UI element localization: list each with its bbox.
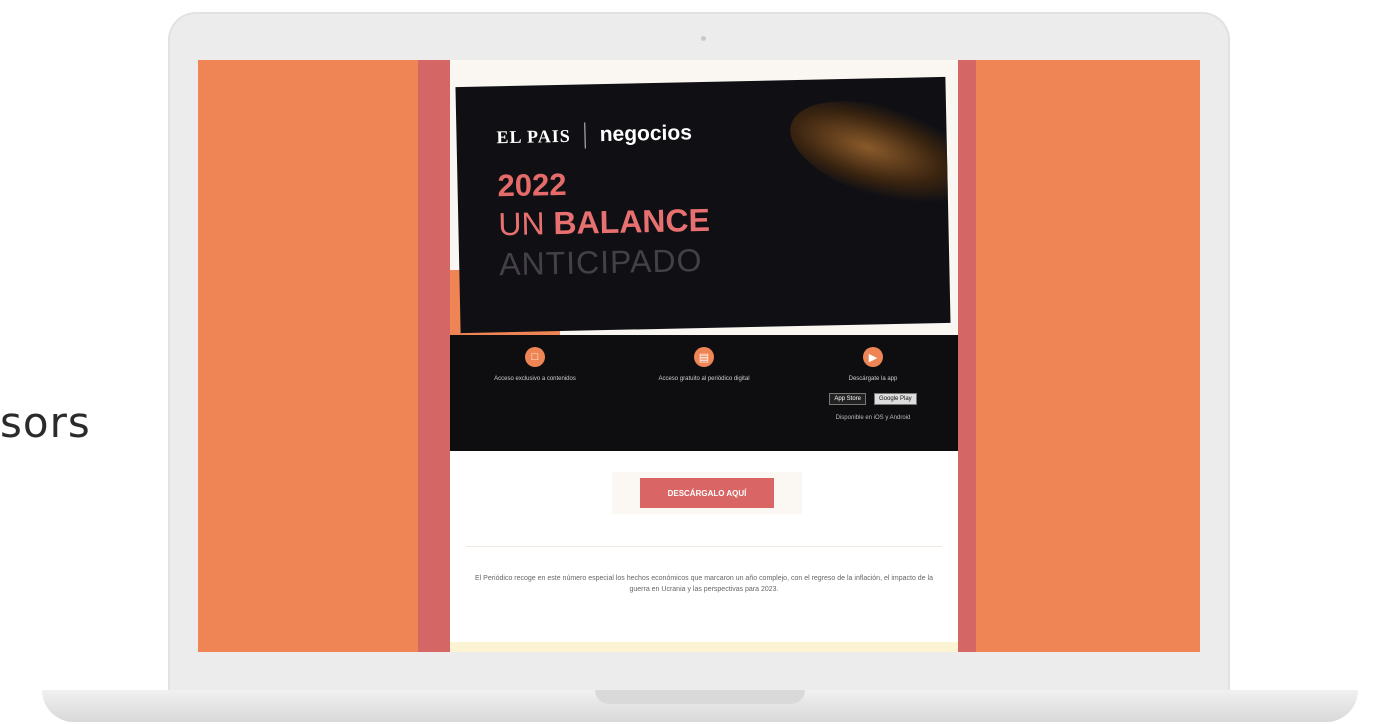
feature-text: Acceso gratuito al periódico digital: [658, 376, 750, 382]
download-cta-button[interactable]: DESCÁRGALO AQUÍ: [640, 478, 774, 508]
feature-text: Acceso exclusivo a contenidos: [494, 376, 576, 382]
side-text: sors: [0, 398, 91, 447]
headline-anticipado: ANTICIPADO: [498, 242, 703, 283]
laptop-notch: [595, 690, 805, 704]
feature-subtext: Disponible en iOS y Android: [835, 415, 911, 422]
google-play-badge[interactable]: Google Play: [874, 393, 917, 406]
email-card[interactable]: EL PAIS negocios 2022 UN BALANCE ANTICIP…: [450, 60, 958, 652]
app-store-badge[interactable]: App Store: [829, 393, 866, 406]
brand-logo: EL PAIS negocios: [496, 120, 692, 150]
headline-line-2: UN BALANCE: [498, 202, 710, 243]
laptop-screen: EL PAIS negocios 2022 UN BALANCE ANTICIP…: [198, 60, 1200, 652]
hero-banner: EL PAIS negocios 2022 UN BALANCE ANTICIP…: [450, 60, 958, 335]
camera-dot: [701, 36, 706, 41]
store-badges: App Store Google Play: [788, 393, 958, 406]
newspaper-icon: □: [525, 347, 545, 367]
brand-negocios: negocios: [599, 121, 693, 147]
feature-text: Descárgate la app: [848, 376, 898, 382]
feature-item: ▤ Acceso gratuito al periódico digital: [619, 347, 789, 383]
play-icon: ▶: [863, 347, 883, 367]
divider: [466, 546, 942, 547]
cta-container: DESCÁRGALO AQUÍ: [612, 472, 802, 514]
feature-item: □ Acceso exclusivo a contenidos: [450, 347, 620, 383]
feature-item: ▶ Descárgate la app App Store Google Pla…: [788, 347, 958, 421]
headline-un: UN: [497, 205, 554, 243]
email-frame: EL PAIS negocios 2022 UN BALANCE ANTICIP…: [418, 60, 976, 652]
gold-swoosh-graphic: [778, 81, 951, 226]
headline-year: 2022: [497, 166, 567, 204]
brand-elpais: EL PAIS: [496, 125, 571, 147]
hero-dark-panel: EL PAIS negocios 2022 UN BALANCE ANTICIP…: [455, 76, 951, 334]
brand-separator: [584, 122, 586, 149]
features-strip: □ Acceso exclusivo a contenidos ▤ Acceso…: [450, 335, 958, 451]
footer-strip: [450, 642, 958, 652]
body-paragraph: El Periódico recoge en este número espec…: [475, 575, 933, 593]
document-icon: ▤: [694, 347, 714, 367]
headline-balance: BALANCE: [553, 201, 711, 242]
